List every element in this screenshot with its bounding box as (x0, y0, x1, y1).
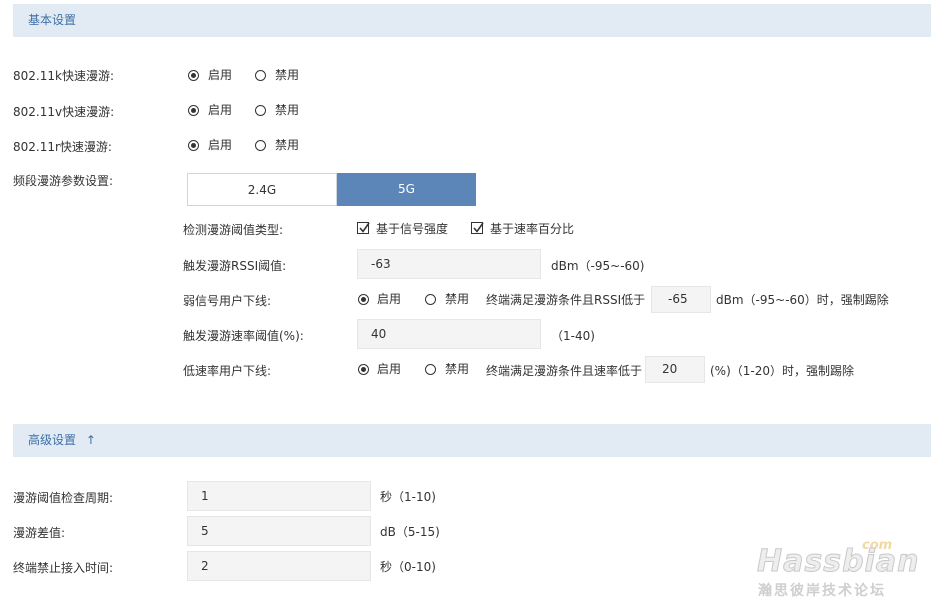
label-80211v: 802.11v快速漫游: (13, 105, 115, 119)
radio-80211k-enable[interactable] (188, 70, 199, 81)
radio-low-enable[interactable] (358, 364, 369, 375)
label-threshold-type: 检测漫游阈值类型: (183, 223, 284, 237)
radio-weak-disable[interactable] (425, 294, 436, 305)
check-period-input[interactable]: 1 (187, 481, 371, 511)
label-80211k: 802.11k快速漫游: (13, 69, 114, 83)
radio-80211v-enable[interactable] (188, 105, 199, 116)
label-rssi-threshold: 触发漫游RSSI阈值: (183, 259, 287, 273)
roam-diff-input[interactable]: 5 (187, 516, 371, 546)
label-roam-diff: 漫游差值: (13, 526, 66, 540)
watermark-forum: 瀚思彼岸技术论坛 (758, 583, 886, 599)
label-80211r-enable: 启用 (208, 138, 233, 152)
check-icon (473, 222, 484, 233)
label-80211r-disable: 禁用 (275, 138, 300, 152)
label-80211r: 802.11r快速漫游: (13, 140, 112, 154)
label-80211v-enable: 启用 (208, 103, 233, 117)
radio-80211k-disable[interactable] (255, 70, 266, 81)
low-rate-desc: 终端满足漫游条件且速率低于 (486, 364, 643, 378)
arrow-up-icon: ↑ (85, 433, 96, 447)
label-rate-threshold: 触发漫游速率阈值(%): (183, 329, 304, 343)
label-band-settings: 频段漫游参数设置: (13, 174, 114, 188)
label-signal-strength: 基于信号强度 (376, 222, 449, 236)
rate-threshold-unit: （1-40) (551, 329, 595, 343)
basic-settings-title: 基本设置 (28, 13, 77, 27)
low-rate-unit: (%)（1-20）时，强制踢除 (710, 364, 855, 378)
advanced-settings-header[interactable]: 高级设置 ↑ (13, 424, 931, 457)
radio-weak-enable[interactable] (358, 294, 369, 305)
tab-2-4g[interactable]: 2.4G (187, 173, 337, 206)
advanced-settings-title: 高级设置 ↑ (28, 424, 96, 457)
ban-time-input[interactable]: 2 (187, 551, 371, 581)
label-80211k-enable: 启用 (208, 68, 233, 82)
basic-settings-header: 基本设置 (13, 4, 931, 37)
watermark-brand: Hassbian (756, 544, 920, 579)
radio-80211r-disable[interactable] (255, 140, 266, 151)
roam-diff-unit: dB（5-15) (380, 525, 440, 539)
check-period-unit: 秒（1-10) (380, 490, 436, 504)
label-rate-percent: 基于速率百分比 (490, 222, 575, 236)
weak-signal-desc: 终端满足漫游条件且RSSI低于 (486, 293, 646, 307)
ban-time-unit: 秒（0-10) (380, 560, 436, 574)
label-80211k-disable: 禁用 (275, 68, 300, 82)
label-weak-enable: 启用 (377, 292, 402, 306)
radio-80211r-enable[interactable] (188, 140, 199, 151)
label-low-rate-kick: 低速率用户下线: (183, 364, 272, 378)
rssi-threshold-unit: dBm（-95~-60) (551, 259, 645, 273)
low-rate-input[interactable]: 20 (645, 356, 705, 383)
checkbox-signal-strength[interactable] (357, 222, 370, 234)
label-low-enable: 启用 (377, 362, 402, 376)
weak-rssi-input[interactable]: -65 (651, 286, 711, 313)
tab-5g[interactable]: 5G (337, 173, 476, 206)
advanced-settings-label: 高级设置 (28, 433, 77, 447)
label-ban-time: 终端禁止接入时间: (13, 561, 114, 575)
checkbox-rate-percent[interactable] (471, 222, 484, 234)
weak-signal-unit: dBm（-95~-60）时，强制踢除 (716, 293, 889, 307)
label-check-period: 漫游阈值检查周期: (13, 491, 114, 505)
radio-80211v-disable[interactable] (255, 105, 266, 116)
label-weak-signal-kick: 弱信号用户下线: (183, 294, 272, 308)
label-80211v-disable: 禁用 (275, 103, 300, 117)
label-weak-disable: 禁用 (445, 292, 470, 306)
rssi-threshold-input[interactable]: -63 (357, 249, 541, 279)
rate-threshold-input[interactable]: 40 (357, 319, 541, 349)
label-low-disable: 禁用 (445, 362, 470, 376)
check-icon (359, 222, 370, 233)
radio-low-disable[interactable] (425, 364, 436, 375)
